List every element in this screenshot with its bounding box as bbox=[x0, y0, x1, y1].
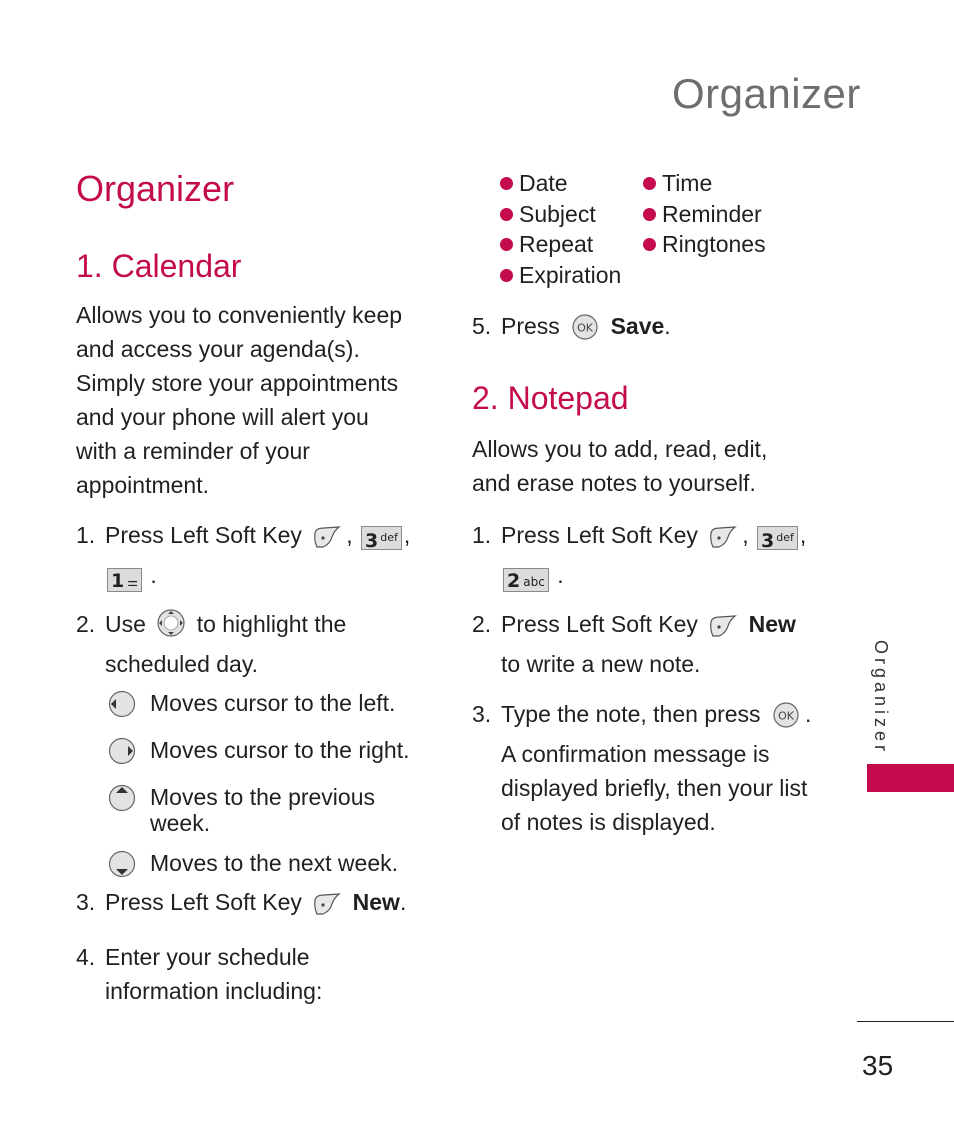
nav-up-icon bbox=[108, 784, 136, 817]
step-text: to highlight the bbox=[196, 611, 347, 637]
step-number: 2. bbox=[472, 611, 492, 637]
action-save: Save bbox=[610, 313, 665, 339]
page-title: Organizer bbox=[76, 168, 235, 209]
step-text: information including: bbox=[105, 978, 323, 1004]
step-number: 3. bbox=[76, 889, 96, 915]
step-text: Use bbox=[105, 611, 146, 637]
svg-text:OK: OK bbox=[778, 710, 795, 723]
step-text: to write a new note. bbox=[501, 651, 701, 677]
side-tab-label: Organizer bbox=[871, 640, 891, 756]
field-repeat: Repeat bbox=[500, 229, 643, 260]
punctuation: . bbox=[399, 889, 407, 915]
nav-item-right: Moves cursor to the right. bbox=[108, 737, 438, 770]
calendar-step-1: 1. Press Left Soft Key , 3 def, 1 ⚌ . bbox=[76, 518, 436, 592]
step-text: scheduled day. bbox=[105, 651, 259, 677]
step-text: Enter your schedule bbox=[105, 944, 310, 970]
left-soft-key-icon bbox=[312, 891, 342, 925]
calendar-step-5: 5. Press OK Save. bbox=[472, 309, 802, 349]
side-tab-marker bbox=[867, 764, 954, 792]
step-text: Press bbox=[501, 313, 560, 339]
field-subject: Subject bbox=[500, 199, 643, 230]
ok-key-icon: OK bbox=[771, 702, 801, 737]
key-3-def: 3 def bbox=[757, 526, 798, 552]
footer-rule bbox=[857, 1021, 954, 1022]
key-1-voicemail: 1 ⚌ bbox=[107, 568, 142, 592]
intro-line: Allows you to add, read, edit, bbox=[472, 436, 768, 462]
nav-item-text: Moves cursor to the left. bbox=[150, 690, 396, 716]
nav-item-left: Moves cursor to the left. bbox=[108, 690, 438, 723]
navigation-key-icon bbox=[156, 608, 186, 647]
nav-down-icon bbox=[108, 850, 136, 883]
section-title-notepad: 2. Notepad bbox=[472, 380, 629, 416]
intro-line: Allows you to conveniently keep bbox=[76, 302, 403, 328]
notepad-step-1: 1. Press Left Soft Key , 3 def, 2 abc . bbox=[472, 518, 822, 592]
nav-key-list: Moves cursor to the left. Moves cursor t… bbox=[108, 690, 438, 883]
notepad-step-3: 3. Type the note, then press OK . A confi… bbox=[472, 697, 832, 839]
left-soft-key-icon bbox=[708, 524, 738, 558]
intro-line: Simply store your appointments bbox=[76, 370, 399, 396]
left-soft-key-icon bbox=[312, 524, 342, 558]
section-title-calendar: 1. Calendar bbox=[76, 248, 242, 284]
calendar-step-4: 4. Enter your schedule information includ… bbox=[76, 940, 436, 1008]
field-expiration: Expiration bbox=[500, 260, 643, 291]
left-soft-key-icon bbox=[708, 613, 738, 647]
intro-line: and erase notes to yourself. bbox=[472, 470, 756, 496]
nav-item-up: Moves to the previous week. bbox=[108, 784, 438, 836]
nav-item-text: Moves to the previous week. bbox=[150, 784, 376, 836]
nav-item-down: Moves to the next week. bbox=[108, 850, 438, 883]
step-text: Press Left Soft Key bbox=[105, 522, 302, 548]
intro-line: appointment. bbox=[76, 472, 209, 498]
step-number: 2. bbox=[76, 611, 96, 637]
step-text: displayed briefly, then your list bbox=[501, 775, 808, 801]
intro-line: with a reminder of your bbox=[76, 438, 310, 464]
nav-right-icon bbox=[108, 737, 136, 770]
calendar-intro: Allows you to conveniently keep and acce… bbox=[76, 298, 436, 502]
nav-item-text: Moves to the next week. bbox=[150, 850, 399, 876]
step-text: Press Left Soft Key bbox=[501, 611, 698, 637]
step-text: Press Left Soft Key bbox=[105, 889, 302, 915]
field-time: Time bbox=[643, 168, 766, 199]
intro-line: and your phone will alert you bbox=[76, 404, 369, 430]
step-text: of notes is displayed. bbox=[501, 809, 716, 835]
intro-line: and access your agenda(s). bbox=[76, 336, 360, 362]
action-new: New bbox=[352, 889, 400, 915]
step-number: 3. bbox=[472, 701, 492, 727]
svg-text:OK: OK bbox=[577, 322, 594, 335]
page-number: 35 bbox=[862, 1050, 894, 1081]
punctuation: . bbox=[664, 313, 671, 339]
nav-left-icon bbox=[108, 690, 136, 723]
field-ringtones: Ringtones bbox=[643, 229, 766, 260]
calendar-step-3: 3. Press Left Soft Key New. bbox=[76, 885, 436, 925]
calendar-step-2: 2. Use to highlight the scheduled day. bbox=[76, 607, 436, 681]
notepad-step-2: 2. Press Left Soft Key New to write a new… bbox=[472, 607, 822, 681]
notepad-intro: Allows you to add, read, edit, and erase… bbox=[472, 432, 812, 500]
step-text: A confirmation message is bbox=[501, 741, 770, 767]
step-number: 1. bbox=[472, 522, 492, 548]
ok-key-icon: OK bbox=[570, 314, 600, 349]
schedule-fields-list: Date Time Subject Reminder Repeat Ringto… bbox=[500, 168, 766, 290]
key-3-def: 3 def bbox=[361, 526, 402, 552]
step-number: 5. bbox=[472, 313, 492, 339]
step-number: 4. bbox=[76, 944, 96, 970]
key-2-abc: 2 abc bbox=[503, 568, 549, 592]
step-number: 1. bbox=[76, 522, 96, 548]
step-text: Press Left Soft Key bbox=[501, 522, 698, 548]
nav-item-text: Moves cursor to the right. bbox=[150, 737, 410, 763]
running-header: Organizer bbox=[672, 70, 861, 117]
action-new: New bbox=[748, 611, 796, 637]
field-date: Date bbox=[500, 168, 643, 199]
step-text: Type the note, then press bbox=[501, 701, 761, 727]
field-reminder: Reminder bbox=[643, 199, 766, 230]
